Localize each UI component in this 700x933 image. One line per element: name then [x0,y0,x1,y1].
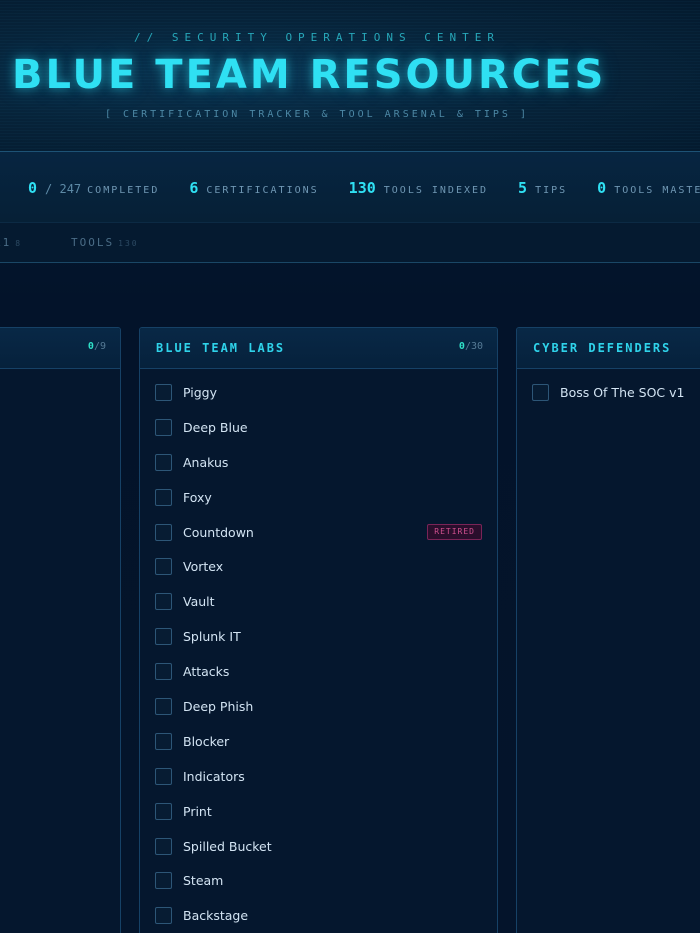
column-left-total: /9 [93,341,106,352]
column-cyber-defenders: CYBER DEFENDERS Boss Of The SOC v1 [516,327,700,933]
list-item[interactable]: Spilled Bucket [140,829,497,864]
item-checkbox[interactable] [155,802,172,820]
item-label: Countdown [183,524,254,540]
item-label: Deep Blue [183,419,248,435]
item-checkbox[interactable] [155,418,172,436]
stat-completed-value: 0 [28,179,38,197]
stat-certifications-value: 6 [189,179,199,197]
list-item[interactable]: Deep Phish [140,689,497,724]
item-label: Splunk IT [183,629,241,645]
item-checkbox[interactable] [155,453,172,471]
tab-l1-label: L1 [0,236,12,249]
list-item[interactable]: Countdown RETIRED [140,515,497,550]
column-btl-count: 0/30 [459,341,483,352]
list-item[interactable]: Backstage [140,898,497,933]
item-label: Indicators [183,768,245,784]
column-cd-header: CYBER DEFENDERS [517,328,700,369]
item-label: Blocker [183,733,230,749]
item-checkbox[interactable] [155,837,172,855]
item-label: Foxy [183,489,212,505]
item-checkbox[interactable] [155,488,172,506]
item-checkbox[interactable] [155,523,172,541]
column-btl-title: BLUE TEAM LABS [156,341,286,355]
item-checkbox[interactable] [155,767,172,785]
item-label: Deep Phish [183,698,254,714]
column-cd-title: CYBER DEFENDERS [533,341,672,355]
page-title: BLUE TEAM RESOURCES [12,52,607,98]
stat-completed-total: / 247 [45,182,82,196]
stat-tips-value: 5 [518,179,528,197]
item-checkbox[interactable] [155,872,172,890]
stat-completed: 0 / 247 COMPLETED [28,179,159,197]
tab-l1[interactable]: L18 [0,236,22,249]
tab-tools[interactable]: TOOLS 130 [71,236,139,249]
list-item[interactable]: Vortex [140,549,497,584]
list-item[interactable]: Boss Of The SOC v1 [517,375,700,410]
list-item[interactable]: Attacks [140,654,497,689]
column-btl-total: /30 [464,341,483,352]
item-label: Vortex [183,559,224,575]
column-cd-list: Boss Of The SOC v1 [517,369,700,410]
item-label: Backstage [183,908,249,924]
stat-completed-label: COMPLETED [87,185,160,196]
list-item[interactable]: Deep Blue [140,410,497,445]
item-label: Vault [183,594,215,610]
column-btl-list: Piggy Deep Blue Anakus Foxy Countdown RETIRED… [140,369,497,933]
item-checkbox[interactable] [155,558,172,576]
stat-tools-indexed-value: 130 [348,179,376,197]
item-checkbox[interactable] [155,732,172,750]
list-item[interactable]: Splunk IT [140,619,497,654]
list-item[interactable]: Indicators [140,759,497,794]
stat-tools-mastered: 0 TOOLS MASTERED [597,179,700,197]
item-checkbox[interactable] [155,697,172,715]
tab-l1-count: 8 [15,239,23,248]
stat-tips-label: TIPS [535,185,568,196]
stat-tools-mastered-label: TOOLS MASTERED [614,185,700,196]
list-item[interactable]: Vault [140,584,497,619]
tab-tools-count: 130 [118,239,139,248]
column-left: 0/9 [0,327,121,933]
item-label: Attacks [183,664,230,680]
list-item[interactable]: Piggy [140,375,497,410]
header-kicker: // SECURITY OPERATIONS CENTER [133,31,501,44]
item-label: Print [183,803,212,819]
tab-bar: L18 TOOLS130 [0,223,700,263]
item-checkbox[interactable] [155,383,172,401]
stat-certifications: 6 CERTIFICATIONS [189,179,318,197]
item-label: Anakus [183,454,229,470]
tab-tools-label: TOOLS [71,236,115,249]
column-left-header: 0/9 [0,328,120,369]
item-checkbox[interactable] [155,907,172,925]
list-item[interactable]: Foxy [140,480,497,515]
stat-tools-mastered-value: 0 [597,179,607,197]
retired-badge: RETIRED [427,523,482,540]
stats-bar: 0 / 247 COMPLETED 6 CERTIFICATIONS 130 T… [0,151,700,223]
item-label: Boss Of The SOC v1 [560,384,685,400]
item-label: Spilled Bucket [183,838,272,854]
stat-tools-indexed: 130 TOOLS INDEXED [349,179,488,197]
list-item[interactable]: Steam [140,863,497,898]
item-checkbox[interactable] [155,628,172,646]
column-btl-header: BLUE TEAM LABS 0/30 [140,328,497,369]
list-item[interactable]: Blocker [140,724,497,759]
stat-certifications-label: CERTIFICATIONS [206,185,319,196]
item-label: Steam [183,873,224,889]
page: // SECURITY OPERATIONS CENTER BLUE TEAM … [0,0,700,933]
list-item[interactable]: Print [140,794,497,829]
item-checkbox[interactable] [532,383,549,401]
item-checkbox[interactable] [155,663,172,681]
item-checkbox[interactable] [155,593,172,611]
header-subtitle: [ CERTIFICATION TRACKER & TOOL ARSENAL &… [105,109,529,120]
column-blue-team-labs: BLUE TEAM LABS 0/30 Piggy Deep Blue Anakus… [139,327,498,933]
column-left-count: 0/9 [88,341,106,352]
header: // SECURITY OPERATIONS CENTER BLUE TEAM … [0,0,700,152]
stat-tips: 5 TIPS [518,179,567,197]
stat-tools-indexed-label: TOOLS INDEXED [383,185,489,196]
list-item[interactable]: Anakus [140,445,497,480]
item-label: Piggy [183,384,218,400]
